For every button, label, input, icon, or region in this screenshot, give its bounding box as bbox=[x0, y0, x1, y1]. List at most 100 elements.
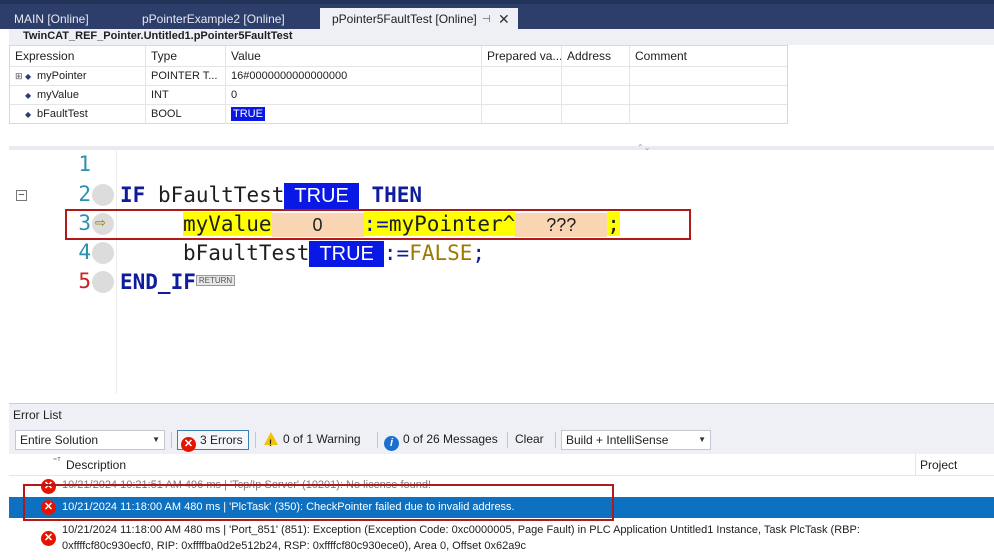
error-description: 10/21/2024 11:18:00 AM 480 ms | 'Port_85… bbox=[62, 524, 860, 552]
monitor-value-true[interactable]: TRUE bbox=[309, 241, 384, 267]
column-header-value[interactable]: Value bbox=[226, 46, 482, 66]
collapse-icon[interactable]: − bbox=[16, 190, 27, 201]
comment-cell bbox=[630, 67, 788, 86]
monitor-value-true[interactable]: TRUE bbox=[284, 183, 359, 209]
chevron-down-icon: ▼ bbox=[152, 435, 160, 444]
document-tab-bar: MAIN [Online] pPointerExample2 [Online] … bbox=[0, 0, 994, 33]
messages-filter-button[interactable]: i 0 of 26 Messages bbox=[381, 430, 503, 451]
warnings-filter-label: 0 of 1 Warning bbox=[283, 432, 361, 446]
watch-table: Expression Type Value Prepared va... Add… bbox=[9, 45, 788, 124]
expression-text: myPointer bbox=[37, 70, 87, 82]
clear-button[interactable]: Clear bbox=[512, 430, 552, 450]
column-header-expression[interactable]: Expression bbox=[10, 46, 146, 66]
literal-false: FALSE bbox=[409, 241, 473, 265]
warnings-filter-button[interactable]: ! 0 of 1 Warning bbox=[261, 430, 373, 450]
errors-filter-label: 3 Errors bbox=[200, 433, 243, 447]
tab-ppointerexample2[interactable]: pPointerExample2 [Online] bbox=[130, 8, 318, 31]
sort-icon[interactable]: ⁼ᵀ bbox=[53, 456, 61, 465]
column-header-description[interactable]: Description bbox=[66, 458, 126, 472]
editor-gutter: 1 2 3 4 5 − ⇨ bbox=[9, 150, 117, 394]
column-header-address[interactable]: Address bbox=[562, 46, 630, 66]
line-number: 4 bbox=[78, 240, 91, 264]
watch-panel-title: TwinCAT_REF_Pointer.Untitled1.pPointer5F… bbox=[9, 29, 994, 45]
breakpoint-slot[interactable] bbox=[92, 242, 114, 264]
variable-icon: ◆ bbox=[25, 72, 32, 81]
error-icon: ✕ bbox=[181, 437, 196, 452]
keyword-end-if: END_IF bbox=[120, 270, 196, 294]
breakpoint-slot[interactable] bbox=[92, 184, 114, 206]
prepared-value-cell[interactable] bbox=[482, 67, 562, 86]
type-cell: POINTER T... bbox=[146, 67, 226, 86]
watch-row-myvalue[interactable]: ◆ myValue INT 0 bbox=[10, 85, 788, 105]
scope-dropdown[interactable]: Entire Solution ▼ bbox=[15, 430, 165, 450]
toolbar-separator bbox=[171, 432, 172, 448]
code-line-2[interactable]: IF bFaultTest TRUE THEN bbox=[120, 181, 422, 209]
variable-bfaulttest: bFaultTest bbox=[157, 183, 285, 207]
line-number: 5 bbox=[78, 269, 91, 293]
close-icon[interactable]: ✕ bbox=[498, 8, 510, 31]
error-list-panel: Error List Entire Solution ▼ ✕ 3 Errors ! 0… bbox=[9, 403, 994, 560]
address-cell bbox=[562, 67, 630, 86]
variable-icon: ◆ bbox=[25, 91, 32, 100]
toolbar-separator bbox=[507, 432, 508, 448]
comment-cell bbox=[630, 86, 788, 105]
expression-cell: ◆ bFaultTest bbox=[10, 105, 146, 124]
expression-text: bFaultTest bbox=[37, 108, 88, 120]
column-divider bbox=[915, 454, 916, 476]
value-cell: TRUE bbox=[226, 105, 482, 124]
line-number: 2 bbox=[78, 182, 91, 206]
toolbar-separator bbox=[555, 432, 556, 448]
return-marker: RETURN bbox=[195, 274, 236, 286]
variable-icon: ◆ bbox=[25, 110, 32, 119]
scope-value: Entire Solution bbox=[20, 433, 99, 447]
expand-icon[interactable]: ⊞ bbox=[15, 67, 25, 86]
watch-table-header: Expression Type Value Prepared va... Add… bbox=[10, 46, 787, 66]
error-list-toolbar: Entire Solution ▼ ✕ 3 Errors ! 0 of 1 Warni… bbox=[9, 428, 994, 452]
expression-cell: ◆ myValue bbox=[10, 86, 146, 105]
chevron-down-icon: ▼ bbox=[698, 435, 706, 444]
keyword-if: IF bbox=[120, 183, 146, 207]
variable-bfaulttest: bFaultTest bbox=[183, 241, 310, 265]
column-header-project[interactable]: Project bbox=[920, 458, 957, 472]
value-cell: 16#0000000000000000 bbox=[226, 67, 482, 86]
current-line-annotation-box bbox=[65, 209, 691, 240]
pin-icon[interactable]: ⊣ bbox=[482, 8, 491, 31]
code-line-5[interactable]: END_IF RETURN bbox=[120, 268, 236, 296]
breakpoint-slot[interactable] bbox=[92, 271, 114, 293]
messages-filter-label: 0 of 26 Messages bbox=[403, 432, 498, 446]
watch-row-mypointer[interactable]: ⊞ ◆ myPointer POINTER T... 16#000000000000… bbox=[10, 66, 788, 86]
column-header-type[interactable]: Type bbox=[146, 46, 226, 66]
tab-label: pPointer5FaultTest [Online] bbox=[332, 12, 477, 26]
comment-cell bbox=[630, 105, 788, 124]
statement-end: ; bbox=[472, 241, 486, 265]
error-icon: ✕ bbox=[41, 531, 56, 546]
tab-label: pPointerExample2 [Online] bbox=[142, 12, 285, 26]
code-editor[interactable]: 1 2 3 4 5 − ⇨ IF bFaultTest TRUE THEN myV… bbox=[9, 150, 994, 394]
tab-main[interactable]: MAIN [Online] bbox=[2, 8, 126, 31]
bool-true-value: TRUE bbox=[231, 107, 265, 121]
toolbar-separator bbox=[377, 432, 378, 448]
value-cell: 0 bbox=[226, 86, 482, 105]
line-number: 1 bbox=[78, 152, 91, 176]
error-row[interactable]: ✕ 10/21/2024 11:18:00 AM 480 ms | 'Port_… bbox=[9, 520, 994, 560]
column-header-prepared-value[interactable]: Prepared va... bbox=[482, 46, 562, 66]
error-list-header: ⁼ᵀ Description Project bbox=[9, 454, 994, 476]
selected-error-annotation-box bbox=[23, 484, 614, 521]
tab-label: MAIN [Online] bbox=[14, 12, 89, 26]
build-intellisense-dropdown[interactable]: Build + IntelliSense ▼ bbox=[561, 430, 711, 450]
code-line-4[interactable]: bFaultTest TRUE:=FALSE; bbox=[183, 239, 485, 267]
column-header-comment[interactable]: Comment bbox=[630, 46, 788, 66]
watch-row-bfaulttest[interactable]: ◆ bFaultTest BOOL TRUE bbox=[10, 104, 788, 124]
expression-cell: ⊞ ◆ myPointer bbox=[10, 67, 146, 86]
prepared-value-cell[interactable] bbox=[482, 105, 562, 124]
errors-filter-button[interactable]: ✕ 3 Errors bbox=[177, 430, 249, 452]
type-cell: INT bbox=[146, 86, 226, 105]
type-cell: BOOL bbox=[146, 105, 226, 124]
prepared-value-cell[interactable] bbox=[482, 86, 562, 105]
error-list-title: Error List bbox=[13, 408, 62, 422]
address-cell bbox=[562, 105, 630, 124]
keyword-then: THEN bbox=[371, 183, 423, 207]
address-cell bbox=[562, 86, 630, 105]
info-icon: i bbox=[384, 436, 399, 451]
assign-operator: := bbox=[383, 241, 410, 265]
